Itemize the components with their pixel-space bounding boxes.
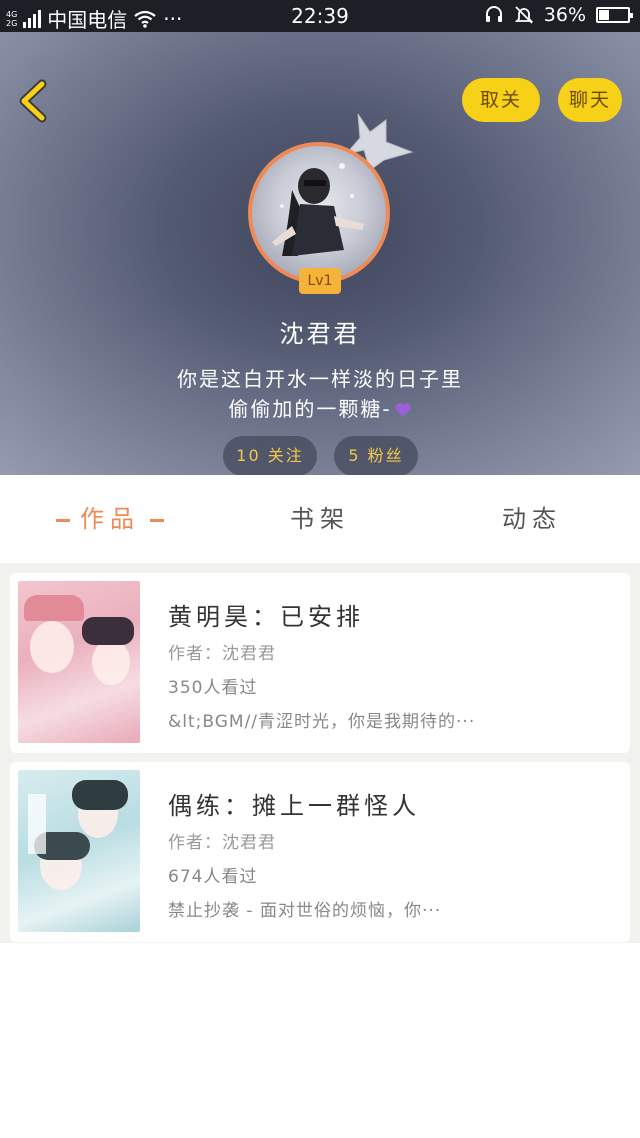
tab-shelf[interactable]: 书架 xyxy=(250,475,390,563)
battery-percent: 36% xyxy=(543,4,586,26)
work-cover-image xyxy=(18,770,140,932)
tab-works[interactable]: 作品 xyxy=(40,475,180,563)
headset-icon xyxy=(485,6,502,22)
battery-fill xyxy=(599,10,609,20)
work-author: 作者：沈君君 xyxy=(168,644,276,664)
tab-active-dash-left xyxy=(56,518,70,522)
status-bar: 4G 2G 中国电信 ··· 22:39 36% xyxy=(0,0,640,32)
bio-line-2-text: 偷偷加的一颗糖- xyxy=(228,397,392,421)
tab-moments[interactable]: 动态 xyxy=(462,475,602,563)
following-count[interactable]: 10 关注 xyxy=(223,436,317,475)
profile-header: 取关 聊天 Lv1 沈君君 你是这白开水一样淡的日子里 偷偷加的一颗糖- 10 … xyxy=(0,32,640,475)
work-cover-image xyxy=(18,581,140,743)
back-chevron-icon xyxy=(19,79,47,123)
avatar[interactable] xyxy=(248,142,390,284)
tab-active-dash-right xyxy=(150,518,164,522)
level-badge: Lv1 xyxy=(299,268,341,294)
work-card[interactable]: 偶练：摊上一群怪人 作者：沈君君 674人看过 禁止抄袭 - 面对世俗的烦恼，你… xyxy=(10,762,630,942)
battery-icon xyxy=(596,7,633,23)
tab-works-label: 作品 xyxy=(80,505,140,533)
avatar-wrapper xyxy=(248,142,390,284)
fans-count[interactable]: 5 粉丝 xyxy=(334,436,418,475)
work-title: 黄明昊：已安排 xyxy=(168,603,364,631)
work-title: 偶练：摊上一群怪人 xyxy=(168,792,420,820)
work-card[interactable]: 黄明昊：已安排 作者：沈君君 350人看过 &lt;BGM//青涩时光，你是我期… xyxy=(10,573,630,753)
status-right: 36% xyxy=(484,4,633,26)
work-description: 禁止抄袭 - 面对世俗的烦恼，你··· xyxy=(168,901,442,921)
work-views: 674人看过 xyxy=(168,867,258,887)
unfollow-button[interactable]: 取关 xyxy=(462,78,540,122)
bio-line-2: 偷偷加的一颗糖- xyxy=(0,394,640,424)
bio: 你是这白开水一样淡的日子里 偷偷加的一颗糖- xyxy=(0,364,640,424)
mute-bell-icon xyxy=(514,6,533,24)
chat-button[interactable]: 聊天 xyxy=(558,78,622,122)
work-author: 作者：沈君君 xyxy=(168,833,276,853)
username: 沈君君 xyxy=(279,320,361,348)
tab-bar: 作品 书架 动态 xyxy=(0,475,640,563)
bio-line-1: 你是这白开水一样淡的日子里 xyxy=(177,367,463,391)
back-button[interactable] xyxy=(14,78,56,124)
work-description: &lt;BGM//青涩时光，你是我期待的··· xyxy=(168,712,476,732)
work-views: 350人看过 xyxy=(168,678,258,698)
purple-heart-icon xyxy=(394,403,411,417)
avatar-figure xyxy=(272,163,364,256)
